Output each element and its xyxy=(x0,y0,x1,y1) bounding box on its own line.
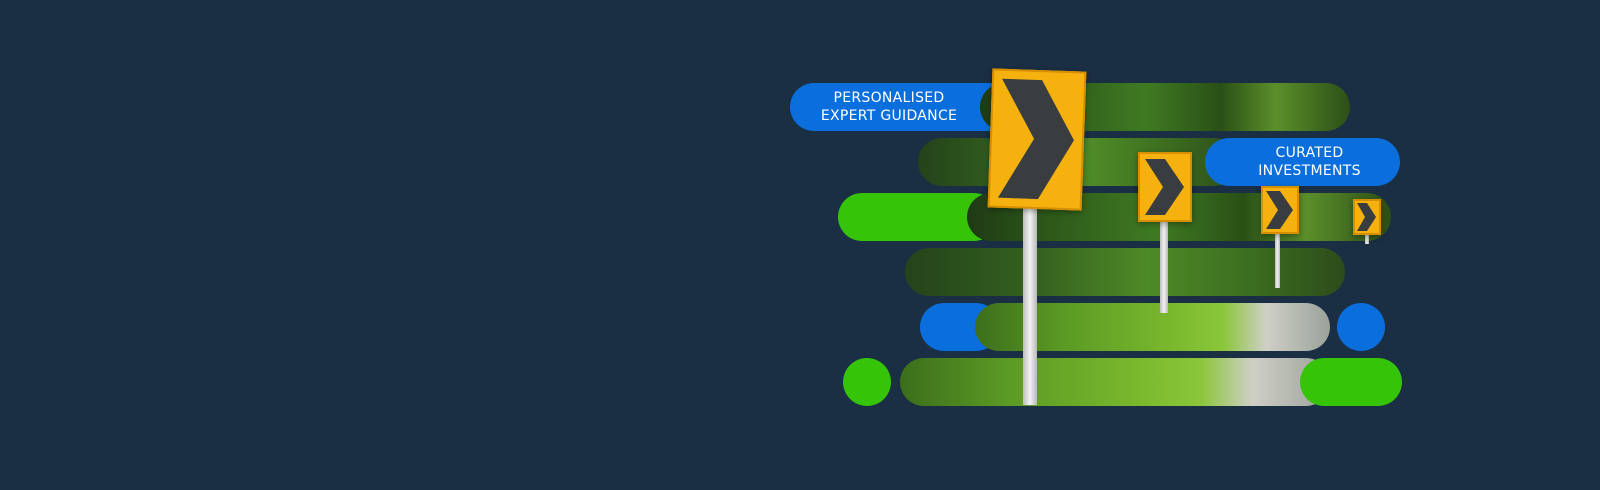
green-dot xyxy=(843,358,891,406)
road-sign-large xyxy=(987,68,1087,211)
investments-label-line-2: INVESTMENTS xyxy=(1258,163,1361,179)
guidance-label: PERSONALISED EXPERT GUIDANCE xyxy=(805,89,973,125)
investments-label-line-1: CURATED xyxy=(1275,145,1344,161)
photo-strip-6 xyxy=(900,358,1330,406)
chevron-right-icon xyxy=(1266,191,1293,229)
hero-banner: PERSONALISED EXPERT GUIDANCE CURATED INV… xyxy=(0,0,1600,490)
investments-label: CURATED INVESTMENTS xyxy=(1232,144,1387,180)
sign-post-1 xyxy=(1023,205,1037,405)
chevron-right-icon xyxy=(997,78,1074,200)
blue-dot xyxy=(1337,303,1385,351)
green-pill-2 xyxy=(1300,358,1402,406)
road-sign-tiny xyxy=(1353,199,1381,235)
sign-post-2 xyxy=(1160,218,1168,313)
road-sign-small xyxy=(1261,186,1299,234)
road-sign-medium xyxy=(1138,152,1192,222)
sign-post-3 xyxy=(1275,230,1280,288)
chevron-right-icon xyxy=(1357,203,1376,231)
guidance-label-line-1: PERSONALISED xyxy=(833,90,945,106)
guidance-label-line-2: EXPERT GUIDANCE xyxy=(820,108,958,124)
chevron-right-icon xyxy=(1145,159,1184,215)
